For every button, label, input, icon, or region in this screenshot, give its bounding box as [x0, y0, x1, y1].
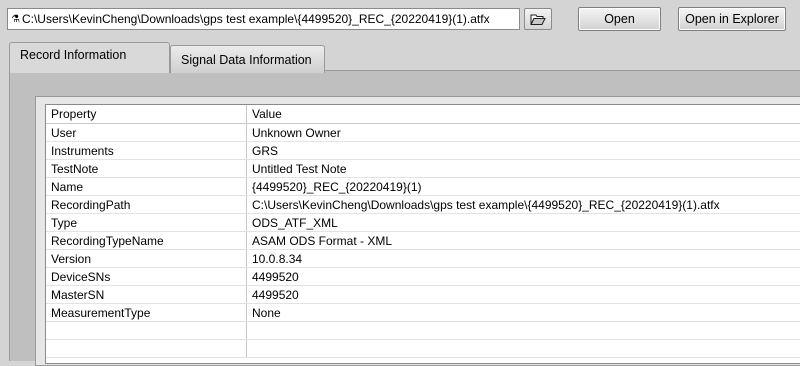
property-cell: Name	[46, 178, 247, 196]
open-button[interactable]: Open	[578, 7, 661, 31]
property-cell: MeasurementType	[46, 304, 247, 322]
table-row[interactable]	[46, 322, 800, 340]
table-row[interactable]: UserUnknown Owner	[46, 124, 800, 142]
table-body: UserUnknown OwnerInstrumentsGRSTestNoteU…	[46, 124, 800, 358]
table-row[interactable]: TestNoteUntitled Test Note	[46, 160, 800, 178]
browse-button[interactable]	[524, 8, 552, 30]
property-cell: RecordingPath	[46, 196, 247, 214]
value-cell: 10.0.8.34	[247, 250, 800, 268]
file-path-text: C:\Users\KevinCheng\Downloads\gps test e…	[22, 12, 490, 26]
value-cell	[247, 340, 800, 358]
value-cell: None	[247, 304, 800, 322]
open-in-explorer-button[interactable]: Open in Explorer	[678, 7, 786, 31]
value-cell: Untitled Test Note	[247, 160, 800, 178]
value-cell	[247, 322, 800, 340]
table-row[interactable]: RecordingPathC:\Users\KevinCheng\Downloa…	[46, 196, 800, 214]
table-row[interactable]: MasterSN4499520	[46, 286, 800, 304]
property-cell: DeviceSNs	[46, 268, 247, 286]
table-row[interactable]: DeviceSNs4499520	[46, 268, 800, 286]
value-cell: Unknown Owner	[247, 124, 800, 142]
property-cell: MasterSN	[46, 286, 247, 304]
property-cell: Version	[46, 250, 247, 268]
value-cell: ODS_ATF_XML	[247, 214, 800, 232]
property-cell: RecordingTypeName	[46, 232, 247, 250]
table-row[interactable]: Name{4499520}_REC_{20220419}(1)	[46, 178, 800, 196]
table-row[interactable]: Version10.0.8.34	[46, 250, 800, 268]
table-row[interactable]: RecordingTypeNameASAM ODS Format - XML	[46, 232, 800, 250]
folder-open-icon	[530, 13, 546, 26]
property-cell: TestNote	[46, 160, 247, 178]
property-cell: Instruments	[46, 142, 247, 160]
value-cell: {4499520}_REC_{20220419}(1)	[247, 178, 800, 196]
value-cell: C:\Users\KevinCheng\Downloads\gps test e…	[247, 196, 800, 214]
property-cell: Type	[46, 214, 247, 232]
tab-record-information[interactable]: Record Information	[9, 42, 170, 73]
value-cell: ASAM ODS Format - XML	[247, 232, 800, 250]
table-row[interactable]	[46, 340, 800, 358]
file-path-input[interactable]: ⚗ C:\Users\KevinCheng\Downloads\gps test…	[7, 8, 520, 30]
column-header-property[interactable]: Property	[46, 105, 247, 124]
table-header-row: Property Value	[46, 105, 800, 124]
property-cell	[46, 340, 247, 358]
value-cell: 4499520	[247, 286, 800, 304]
value-cell: 4499520	[247, 268, 800, 286]
properties-table[interactable]: Property Value UserUnknown OwnerInstrume…	[45, 104, 800, 364]
property-cell: User	[46, 124, 247, 142]
table-row[interactable]: InstrumentsGRS	[46, 142, 800, 160]
value-cell: GRS	[247, 142, 800, 160]
table-row[interactable]: TypeODS_ATF_XML	[46, 214, 800, 232]
table-row[interactable]: MeasurementTypeNone	[46, 304, 800, 322]
property-cell	[46, 322, 247, 340]
path-prefix-icon[interactable]: ⚗	[11, 14, 20, 25]
tab-signal-data-information[interactable]: Signal Data Information	[170, 45, 325, 73]
column-header-value[interactable]: Value	[247, 105, 800, 124]
